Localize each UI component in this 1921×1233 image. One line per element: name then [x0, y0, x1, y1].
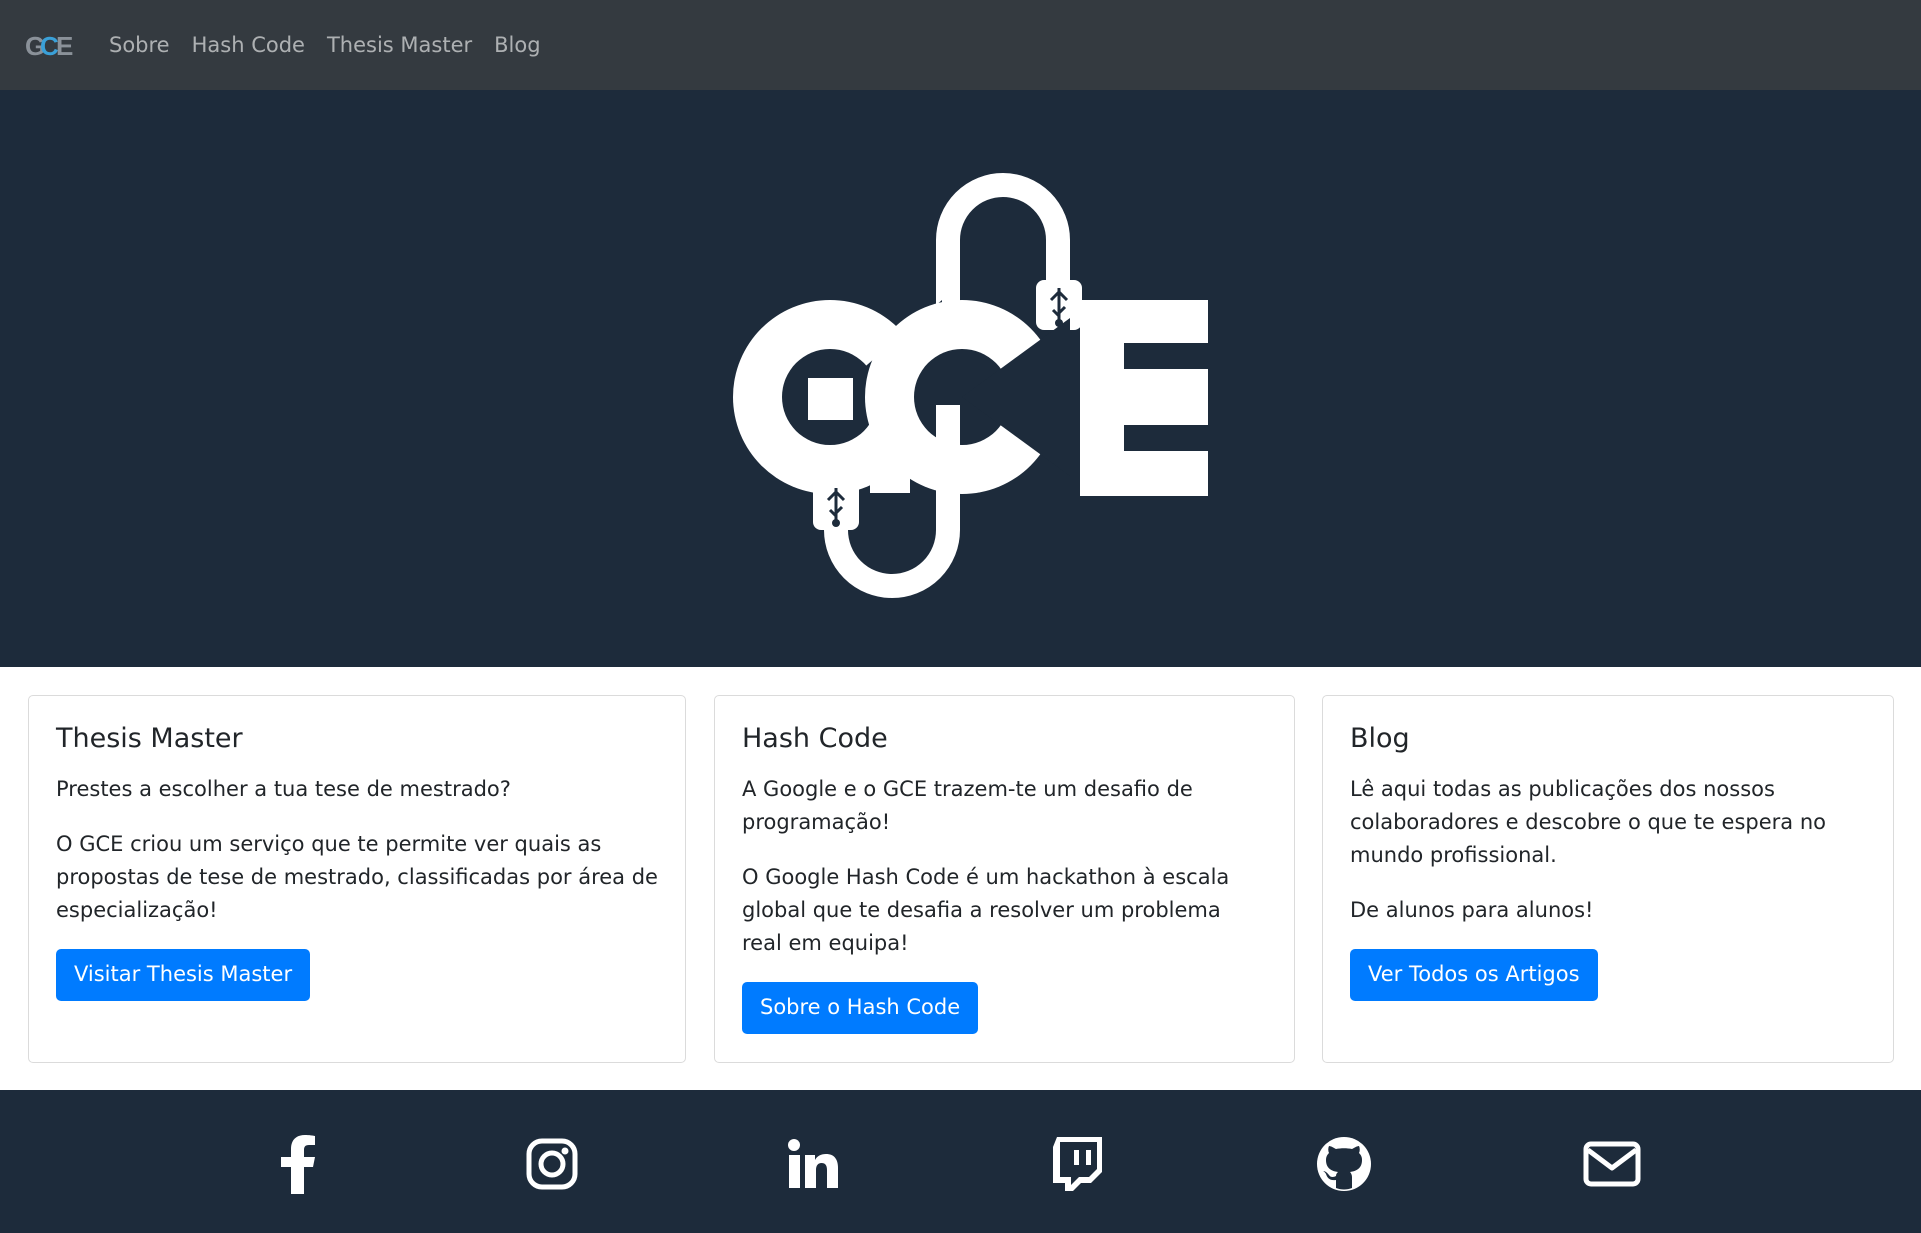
- top-navbar: G C E Sobre Hash Code Thesis Master Blog: [0, 0, 1921, 90]
- nav-sobre[interactable]: Sobre: [109, 33, 170, 57]
- card-text: De alunos para alunos!: [1350, 898, 1594, 923]
- view-all-articles-button[interactable]: Ver Todos os Artigos: [1350, 949, 1598, 1002]
- gce-usb-cable-logo-icon: [733, 173, 1208, 598]
- hero-banner: [0, 90, 1921, 667]
- nav-blog[interactable]: Blog: [494, 33, 540, 57]
- card-blog: Blog Lê aqui todas as publicações dos no…: [1322, 695, 1894, 1063]
- card-text: O GCE criou um serviço que te permite ve…: [56, 832, 658, 923]
- about-hash-code-button[interactable]: Sobre o Hash Code: [742, 982, 979, 1035]
- twitch-icon[interactable]: [1045, 1132, 1109, 1196]
- linkedin-icon[interactable]: [781, 1132, 845, 1196]
- card-text: A Google e o GCE trazem-te um desafio de…: [742, 777, 1193, 835]
- brand-logo-icon[interactable]: G C E: [25, 25, 75, 65]
- card-text: O Google Hash Code é um hackathon à esca…: [742, 865, 1230, 956]
- card-thesis-master: Thesis Master Prestes a escolher a tua t…: [28, 695, 686, 1063]
- card-hash-code: Hash Code A Google e o GCE trazem-te um …: [714, 695, 1295, 1063]
- card-title: Blog: [1350, 723, 1410, 754]
- instagram-icon[interactable]: [520, 1132, 584, 1196]
- card-text: Prestes a escolher a tua tese de mestrad…: [56, 777, 511, 802]
- footer: [0, 1090, 1921, 1233]
- card-title: Thesis Master: [56, 723, 243, 754]
- facebook-icon[interactable]: [266, 1132, 330, 1196]
- email-icon[interactable]: [1580, 1132, 1644, 1196]
- card-text: Lê aqui todas as publicações dos nossos …: [1350, 777, 1826, 868]
- visit-thesis-master-button[interactable]: Visitar Thesis Master: [56, 949, 311, 1002]
- svg-text:E: E: [56, 31, 73, 61]
- github-icon[interactable]: [1312, 1132, 1376, 1196]
- nav-thesis-master[interactable]: Thesis Master: [327, 33, 472, 57]
- nav-hash-code[interactable]: Hash Code: [192, 33, 305, 57]
- card-title: Hash Code: [742, 723, 888, 754]
